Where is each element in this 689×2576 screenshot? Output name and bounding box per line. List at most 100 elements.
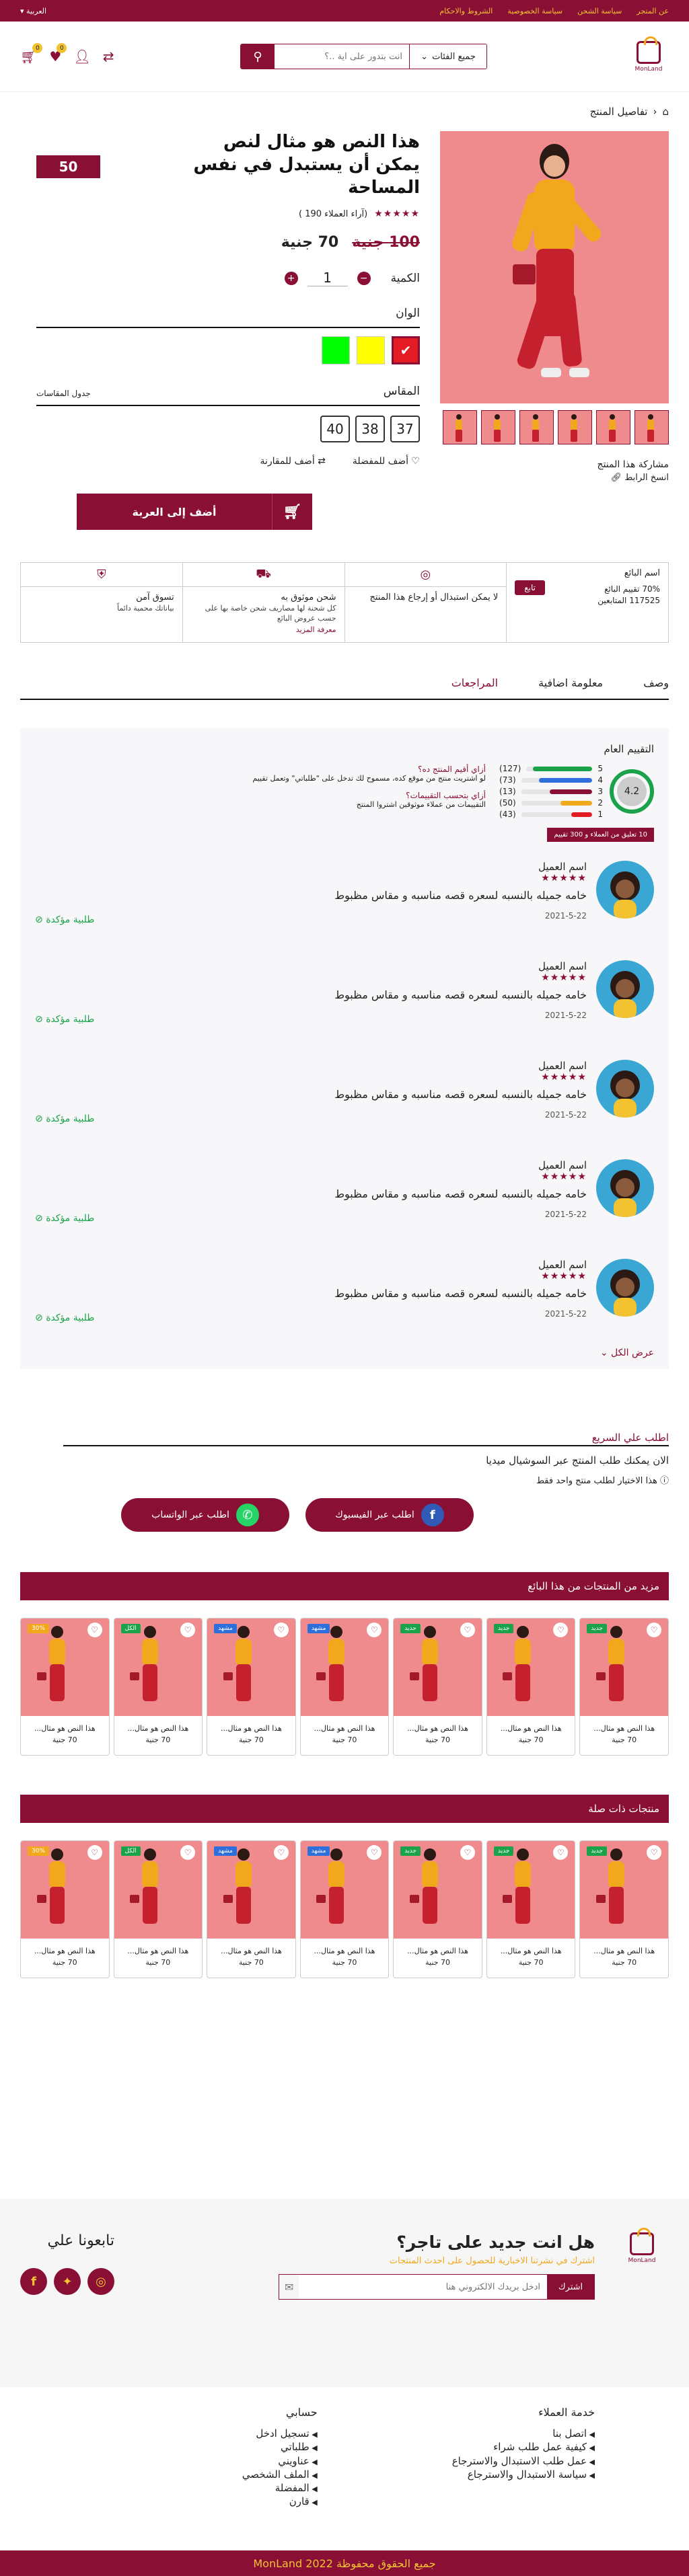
product-card[interactable]: جديد ♡ هذا النص هو مثال... 70 جنية xyxy=(579,1840,669,1979)
facebook-icon[interactable]: f xyxy=(20,2268,47,2295)
add-to-cart-button[interactable]: 🛒︎ أضف إلى العربة xyxy=(77,494,312,531)
learn-more-link[interactable]: معرفة المزيد xyxy=(183,624,344,635)
product-main-image[interactable] xyxy=(440,131,669,403)
twitter-icon[interactable]: ✦ xyxy=(54,2268,81,2295)
footer-link[interactable]: الملف الشخصي xyxy=(242,2468,318,2481)
footer-link[interactable]: كيفية عمل طلب شراء xyxy=(452,2440,595,2454)
email-input[interactable] xyxy=(299,2275,547,2299)
search-input[interactable] xyxy=(275,44,409,69)
footer-link[interactable]: طلباتي xyxy=(242,2440,318,2454)
thumbnail[interactable] xyxy=(481,410,515,444)
product-card[interactable]: جديد ♡ هذا النص هو مثال... 70 جنية xyxy=(486,1618,576,1756)
product-card[interactable]: جديد ♡ هذا النص هو مثال... 70 جنية xyxy=(393,1618,482,1756)
top-link-terms[interactable]: الشروط والاحكام xyxy=(439,7,493,15)
product-card[interactable]: الكل ♡ هذا النص هو مثال... 70 جنية xyxy=(113,1840,203,1979)
footer-link[interactable]: قارن xyxy=(242,2495,318,2508)
copy-link-button[interactable]: انسخ الرابط 🔗︎ xyxy=(440,473,669,483)
product-tag: جديد xyxy=(587,1846,607,1857)
thumbnail-image xyxy=(647,414,654,442)
footer-link[interactable]: المفضلة xyxy=(242,2481,318,2495)
size-option[interactable]: 40 xyxy=(320,416,350,443)
hint-title: أزاي بتحسب التقييمات؟ xyxy=(406,791,486,801)
subscribe-button[interactable]: اشترك xyxy=(547,2275,594,2299)
review-stars: ★★★★★ xyxy=(541,1171,587,1183)
avatar xyxy=(596,1259,654,1317)
footer-link[interactable]: عمل طلب الاستبدال والاسترجاع xyxy=(452,2454,595,2468)
product-card-image: مشهد ♡ xyxy=(300,1618,389,1717)
heart-icon[interactable]: ♡ xyxy=(460,1845,475,1861)
heart-icon[interactable]: ♡ xyxy=(87,1623,102,1638)
product-card[interactable]: الكل ♡ هذا النص هو مثال... 70 جنية xyxy=(113,1618,203,1756)
footer-link[interactable]: عناويني xyxy=(242,2454,318,2468)
product-card[interactable]: جديد ♡ هذا النص هو مثال... 70 جنية xyxy=(393,1840,482,1979)
color-swatch-yellow[interactable] xyxy=(357,336,385,365)
rating-bar-row: 2 (50) xyxy=(499,798,603,808)
top-link-privacy[interactable]: سياسة الخصوصية xyxy=(507,7,563,15)
heart-icon[interactable]: ♡ xyxy=(273,1845,289,1861)
footer-link[interactable]: سياسة الاستبدال والاسترجاع xyxy=(452,2468,595,2481)
tab-reviews[interactable]: المراجعات xyxy=(451,676,498,689)
top-link-about[interactable]: عن المتجر xyxy=(637,7,669,15)
wishlist-icon[interactable]: ♥ 0 xyxy=(49,43,67,65)
product-card[interactable]: جديد ♡ هذا النص هو مثال... 70 جنية xyxy=(579,1618,669,1756)
size-option[interactable]: 37 xyxy=(390,416,420,443)
footer-columns: خدمة العملاء اتصل بنا كيفية عمل طلب شراء… xyxy=(0,2387,689,2509)
review-stars: ★★★★★ xyxy=(541,873,587,884)
color-swatch-red[interactable]: ✔ xyxy=(392,336,420,365)
footer-link[interactable]: اتصل بنا xyxy=(452,2427,595,2440)
newsletter-row: MonLand هل انت جديد على تاجر؟ اشترك في ن… xyxy=(0,2199,689,2300)
heart-icon[interactable]: ♡ xyxy=(647,1845,661,1861)
add-to-compare-button[interactable]: ⇄ أضف للمقارنة xyxy=(260,456,325,467)
decrease-button[interactable]: − xyxy=(357,271,371,285)
size-guide-link[interactable]: جدول المقاسات xyxy=(36,389,91,398)
heart-icon[interactable]: ♡ xyxy=(647,1623,661,1638)
thumbnail[interactable] xyxy=(558,410,592,444)
footer-col-title: خدمة العملاء xyxy=(538,2406,595,2419)
wishlist-label: أضف للمفضلة xyxy=(352,456,408,467)
size-option[interactable]: 38 xyxy=(355,416,385,443)
heart-icon[interactable]: ♡ xyxy=(87,1845,102,1861)
tab-additional-info[interactable]: معلومة اضافية xyxy=(538,676,603,689)
logo[interactable]: MonLand xyxy=(628,36,669,73)
add-to-wishlist-button[interactable]: ♡ أضف للمفضلة xyxy=(353,456,420,467)
seller-text: اسم البائع 70% تقييم البائع 117525 المتا… xyxy=(597,568,660,607)
footer-link[interactable]: تسجيل ادخل xyxy=(242,2427,318,2440)
follow-seller-button[interactable]: تابع xyxy=(515,580,545,595)
compare-icon[interactable]: ⇄ xyxy=(103,48,114,65)
cart-icon[interactable]: 🛒︎ 0 xyxy=(20,43,43,65)
heart-icon[interactable]: ♡ xyxy=(273,1623,289,1638)
product-card[interactable]: مشهد ♡ هذا النص هو مثال... 70 جنية xyxy=(299,1840,390,1979)
product-card[interactable]: 30% ♡ هذا النص هو مثال... 70 جنية xyxy=(20,1618,110,1756)
thumbnail[interactable] xyxy=(596,410,630,444)
search-button[interactable]: ⚲ xyxy=(241,44,275,69)
thumbnail[interactable] xyxy=(519,410,554,444)
tab-description[interactable]: وصف xyxy=(643,676,669,689)
quantity-value[interactable]: 1 xyxy=(307,270,348,287)
product-card[interactable]: مشهد ♡ هذا النص هو مثال... 70 جنية xyxy=(207,1618,296,1756)
heart-icon[interactable]: ♡ xyxy=(460,1623,475,1638)
color-swatch-green[interactable] xyxy=(322,336,350,365)
footer-logo[interactable]: MonLand xyxy=(615,2228,669,2264)
language-selector[interactable]: العربية ▾ xyxy=(20,7,46,15)
review-item: اسم العميل ★★★★★ خامه جميله بالنسبه لسعره … xyxy=(35,960,654,1041)
check-circle-icon: ⊘ xyxy=(35,914,43,926)
product-card[interactable]: جديد ♡ هذا النص هو مثال... 70 جنية xyxy=(486,1840,576,1979)
bar-count: (43) xyxy=(499,810,516,820)
thumbnail[interactable] xyxy=(443,410,477,444)
order-whatsapp-button[interactable]: ✆ اطلب عبر الواتساب xyxy=(121,1498,289,1532)
product-card[interactable]: مشهد ♡ هذا النص هو مثال... 70 جنية xyxy=(207,1840,296,1979)
order-facebook-button[interactable]: f اطلب عبر الفيسبوك xyxy=(305,1498,474,1532)
top-link-shipping[interactable]: سياسة الشحن xyxy=(577,7,622,15)
increase-button[interactable]: + xyxy=(284,271,298,285)
home-icon[interactable]: ⌂ xyxy=(662,106,669,118)
instagram-icon[interactable]: ◎ xyxy=(87,2268,114,2295)
reviews-count[interactable]: (آراء العملاء 190 ) xyxy=(299,209,367,219)
category-dropdown[interactable]: جميع الفئات ⌄ xyxy=(409,44,486,69)
logo-bag-icon xyxy=(630,2228,654,2255)
thumbnail[interactable] xyxy=(634,410,669,444)
show-all-button[interactable]: عرض الكل ⌄ xyxy=(35,1348,654,1358)
product-card[interactable]: 30% ♡ هذا النص هو مثال... 70 جنية xyxy=(20,1840,110,1979)
product-card[interactable]: مشهد ♡ هذا النص هو مثال... 70 جنية xyxy=(299,1618,390,1756)
user-icon[interactable]: 👤︎ xyxy=(73,48,90,65)
review-item: اسم العميل ★★★★★ خامه جميله بالنسبه لسعره … xyxy=(35,1060,654,1140)
